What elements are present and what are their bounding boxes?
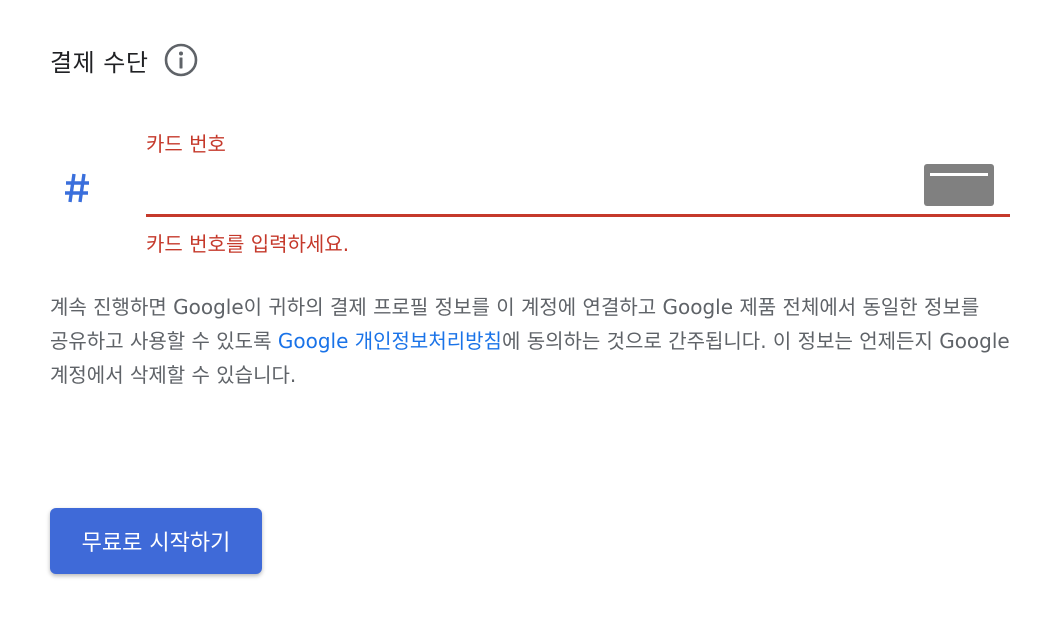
start-free-button[interactable]: 무료로 시작하기 — [50, 508, 262, 574]
info-icon[interactable] — [164, 43, 198, 77]
payment-method-header: 결제 수단 — [50, 40, 198, 80]
credit-card-icon — [924, 164, 994, 206]
privacy-policy-link[interactable]: Google 개인정보처리방침 — [278, 329, 502, 353]
card-number-label: 카드 번호 — [146, 132, 226, 156]
card-number-field: 카드 번호 — [146, 128, 1010, 220]
card-number-underline — [146, 214, 1010, 217]
card-number-input[interactable] — [146, 164, 906, 212]
hash-icon — [60, 168, 94, 208]
section-title: 결제 수단 — [50, 48, 149, 77]
consent-disclaimer: 계속 진행하면 Google이 귀하의 결제 프로필 정보를 이 계정에 연결하… — [50, 290, 1010, 392]
card-number-error: 카드 번호를 입력하세요. — [146, 232, 350, 256]
